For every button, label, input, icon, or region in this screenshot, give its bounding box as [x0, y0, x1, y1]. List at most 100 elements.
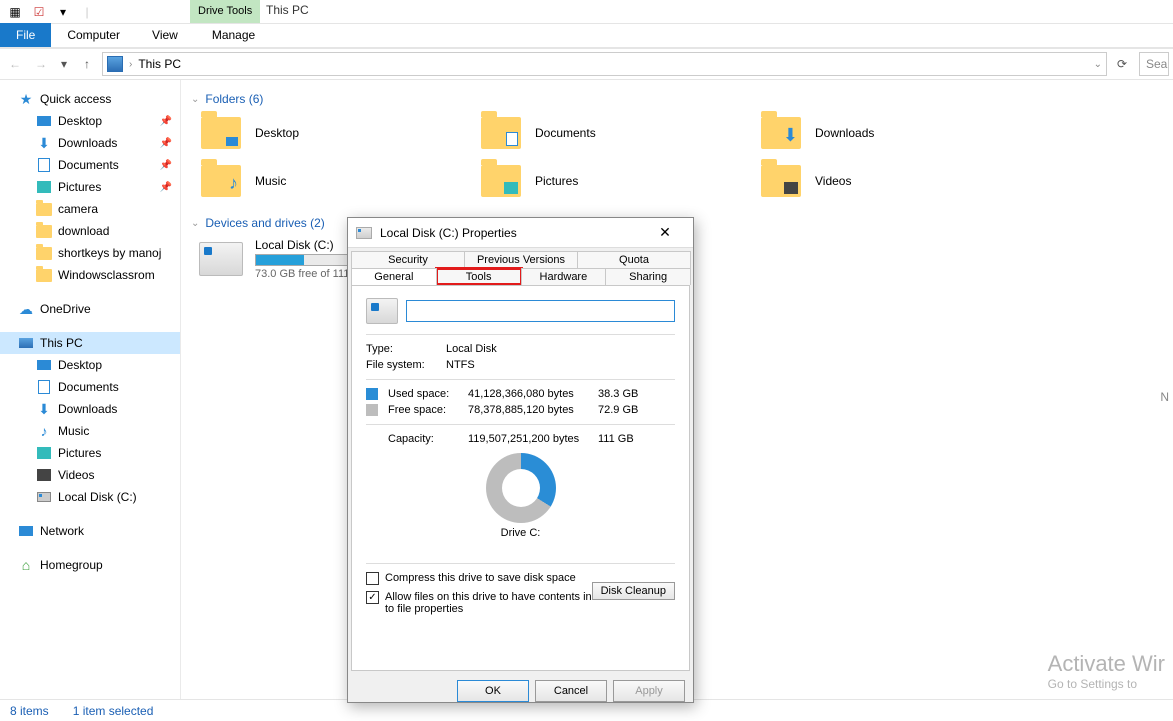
address-dropdown-icon[interactable]: ⌄ — [1094, 59, 1102, 70]
tab-tools[interactable]: Tools — [436, 268, 522, 285]
folder-downloads[interactable]: ⬇Downloads — [759, 114, 979, 152]
tab-previous-versions[interactable]: Previous Versions — [464, 251, 578, 268]
free-swatch — [366, 404, 378, 416]
sidebar-label: download — [58, 224, 109, 238]
ribbon-tab-view[interactable]: View — [136, 23, 194, 47]
sidebar-item-downloads[interactable]: ⬇Downloads📌 — [0, 132, 180, 154]
ribbon-tab-computer[interactable]: Computer — [51, 23, 136, 47]
sidebar-label: Documents — [58, 158, 119, 172]
desktop-icon — [37, 360, 51, 370]
address-bar[interactable]: › This PC ⌄ — [102, 52, 1107, 76]
apply-button[interactable]: Apply — [613, 680, 685, 702]
downloads-icon: ⬇ — [783, 125, 798, 146]
cancel-button[interactable]: Cancel — [535, 680, 607, 702]
sidebar-item-winclass[interactable]: Windowsclassrom — [0, 264, 180, 286]
ribbon-context-group: Drive Tools — [190, 0, 260, 23]
sidebar-pc-desktop[interactable]: Desktop — [0, 354, 180, 376]
sidebar-pc-localdisk[interactable]: Local Disk (C:) — [0, 486, 180, 508]
used-gb: 38.3 GB — [598, 388, 648, 400]
nav-forward-icon[interactable]: → — [30, 53, 52, 75]
qat-check-icon[interactable]: ☑ — [28, 2, 50, 22]
pc-icon — [19, 338, 33, 348]
close-button[interactable]: ✕ — [645, 219, 685, 247]
ok-button[interactable]: OK — [457, 680, 529, 702]
sidebar-pc-documents[interactable]: Documents — [0, 376, 180, 398]
folder-videos[interactable]: Videos — [759, 162, 979, 200]
refresh-icon[interactable]: ⟳ — [1111, 53, 1133, 75]
sidebar-item-documents[interactable]: Documents📌 — [0, 154, 180, 176]
qat-dropdown-icon[interactable]: ▾ — [52, 2, 74, 22]
used-swatch — [366, 388, 378, 400]
breadcrumb-chevron-icon[interactable]: › — [129, 59, 132, 70]
folder-icon — [481, 117, 521, 149]
tab-sharing[interactable]: Sharing — [605, 268, 691, 285]
tab-hardware[interactable]: Hardware — [521, 268, 607, 285]
folder-documents[interactable]: Documents — [479, 114, 699, 152]
sidebar-label: Downloads — [58, 402, 117, 416]
drive-icon — [199, 242, 243, 276]
folder-pictures[interactable]: Pictures — [479, 162, 699, 200]
sidebar-label: Network — [40, 524, 84, 538]
folder-label: Videos — [815, 174, 851, 188]
right-hint: N — [1160, 390, 1169, 404]
dialog-title: Local Disk (C:) Properties — [380, 226, 517, 240]
watermark-sub: Go to Settings to — [1048, 677, 1165, 691]
sidebar-label: Local Disk (C:) — [58, 490, 137, 504]
sidebar-network[interactable]: Network — [0, 520, 180, 542]
downloads-icon: ⬇ — [36, 135, 52, 151]
nav-back-icon[interactable]: ← — [4, 53, 26, 75]
sidebar-quick-access[interactable]: ★Quick access — [0, 88, 180, 110]
sidebar-homegroup[interactable]: ⌂Homegroup — [0, 554, 180, 576]
folder-icon — [36, 225, 52, 238]
music-icon: ♪ — [229, 173, 238, 194]
capacity-label: Capacity: — [388, 433, 458, 445]
group-folders[interactable]: ⌄Folders (6) — [189, 88, 1173, 114]
dialog-titlebar[interactable]: Local Disk (C:) Properties ✕ — [348, 218, 693, 248]
sidebar-item-shortkeys[interactable]: shortkeys by manoj — [0, 242, 180, 264]
ribbon-tab-file[interactable]: File — [0, 23, 51, 47]
sidebar-label: Quick access — [40, 92, 111, 106]
compress-label: Compress this drive to save disk space — [385, 572, 576, 584]
music-icon: ♪ — [36, 423, 52, 439]
sidebar-label: Downloads — [58, 136, 117, 150]
drive-label: Drive C: — [366, 527, 675, 539]
desktop-icon — [226, 137, 238, 146]
sidebar-pc-music[interactable]: ♪Music — [0, 420, 180, 442]
tab-quota[interactable]: Quota — [577, 251, 691, 268]
disk-cleanup-button[interactable]: Disk Cleanup — [592, 582, 675, 600]
folder-label: Music — [255, 174, 286, 188]
sidebar-item-download-folder[interactable]: download — [0, 220, 180, 242]
sidebar-label: Documents — [58, 380, 119, 394]
drive-name-input[interactable] — [406, 300, 675, 322]
compress-checkbox[interactable] — [366, 572, 379, 585]
sidebar-pc-pictures[interactable]: Pictures — [0, 442, 180, 464]
sidebar-this-pc[interactable]: This PC — [0, 332, 180, 354]
fs-value: NTFS — [446, 359, 475, 371]
index-checkbox[interactable]: ✓ — [366, 591, 379, 604]
folder-desktop[interactable]: Desktop — [199, 114, 419, 152]
nav-up-icon[interactable]: ↑ — [76, 53, 98, 75]
sidebar-onedrive[interactable]: ☁OneDrive — [0, 298, 180, 320]
ribbon-tab-manage[interactable]: Manage — [196, 23, 271, 47]
sidebar-item-camera[interactable]: camera — [0, 198, 180, 220]
nav-recent-dropdown[interactable]: ▾ — [56, 53, 72, 75]
breadcrumb-location[interactable]: This PC — [138, 57, 181, 71]
tab-security[interactable]: Security — [351, 251, 465, 268]
sidebar-item-desktop[interactable]: Desktop📌 — [0, 110, 180, 132]
this-pc-icon — [107, 56, 123, 72]
folder-music[interactable]: ♪ Music — [199, 162, 419, 200]
sidebar-label: This PC — [40, 336, 83, 350]
sidebar-pc-videos[interactable]: Videos — [0, 464, 180, 486]
tab-general[interactable]: General — [351, 268, 437, 285]
folder-icon — [36, 247, 52, 260]
free-gb: 72.9 GB — [598, 404, 648, 416]
downloads-icon: ⬇ — [36, 401, 52, 417]
capacity-ring — [486, 453, 556, 523]
chevron-down-icon: ⌄ — [191, 94, 199, 105]
fs-label: File system: — [366, 359, 430, 371]
documents-icon — [38, 380, 50, 394]
sidebar-item-pictures[interactable]: Pictures📌 — [0, 176, 180, 198]
qat-properties-icon[interactable]: ▦ — [4, 2, 26, 22]
search-input[interactable]: Sea — [1139, 52, 1169, 76]
sidebar-pc-downloads[interactable]: ⬇ Downloads — [0, 398, 180, 420]
